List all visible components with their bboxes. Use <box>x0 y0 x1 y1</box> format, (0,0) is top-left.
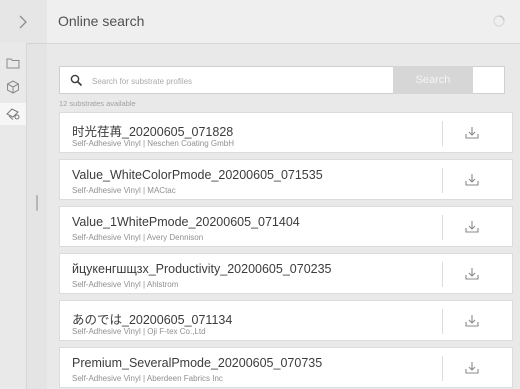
list-item[interactable]: あのでは_20200605_071134 Self-Adhesive Vinyl… <box>59 300 513 341</box>
loading-indicator-icon <box>493 14 505 27</box>
download-icon[interactable] <box>464 313 480 329</box>
divider <box>442 121 443 146</box>
main-content: Search 12 substrates available 时光荏苒_2020… <box>47 44 520 389</box>
substrate-name: 时光荏苒_20200605_071828 <box>72 125 234 139</box>
substrate-name: йцукенгшщзх_Productivity_20200605_070235 <box>72 262 332 276</box>
list-item[interactable]: Value_1WhitePmode_20200605_071404 Self-A… <box>59 206 513 247</box>
search-button[interactable]: Search <box>393 66 473 94</box>
search-input[interactable] <box>90 70 384 92</box>
list-item[interactable]: 时光荏苒_20200605_071828 Self-Adhesive Vinyl… <box>59 112 513 153</box>
substrate-description: Self-Adhesive Vinyl | MACtac <box>72 186 176 195</box>
list-item[interactable]: Value_WhiteColorPmode_20200605_071535 Se… <box>59 159 513 200</box>
substrate-name: Value_1WhitePmode_20200605_071404 <box>72 215 300 229</box>
substrate-name: Value_WhiteColorPmode_20200605_071535 <box>72 168 323 182</box>
download-icon[interactable] <box>464 266 480 282</box>
left-rail <box>0 0 48 389</box>
substrate-description: Self-Adhesive Vinyl | Aberdeen Fabrics I… <box>72 374 223 383</box>
divider <box>442 356 443 381</box>
chevron-right-icon[interactable] <box>13 12 33 32</box>
search-icon <box>70 74 83 87</box>
substrate-description: Self-Adhesive Vinyl | Oji F-tex Co.,Ltd <box>72 327 206 336</box>
substrate-description: Self-Adhesive Vinyl | Neschen Coating Gm… <box>72 139 235 148</box>
substrate-list: 时光荏苒_20200605_071828 Self-Adhesive Vinyl… <box>59 112 513 389</box>
download-icon[interactable] <box>464 219 480 235</box>
divider <box>442 262 443 287</box>
rail-header <box>0 0 47 44</box>
rail-icon-bar <box>0 43 27 389</box>
divider <box>442 168 443 193</box>
substrate-count: 12 substrates available <box>59 99 136 108</box>
substrate-description: Self-Adhesive Vinyl | Ahlstrom <box>72 280 179 289</box>
substrate-name: Premium_SeveralPmode_20200605_070735 <box>72 356 323 370</box>
substrate-name: あのでは_20200605_071134 <box>72 313 233 327</box>
download-icon[interactable] <box>464 172 480 188</box>
page-header: Online search <box>47 0 520 44</box>
list-item[interactable]: Premium_SeveralPmode_20200605_070735 Sel… <box>59 347 513 388</box>
rail-resize-handle[interactable] <box>36 195 38 211</box>
divider <box>442 215 443 240</box>
substrate-search-icon[interactable] <box>0 103 26 125</box>
folder-icon[interactable] <box>3 53 23 73</box>
download-icon[interactable] <box>464 125 480 141</box>
list-item[interactable]: йцукенгшщзх_Productivity_20200605_070235… <box>59 253 513 294</box>
page-title: Online search <box>58 13 145 29</box>
download-icon[interactable] <box>464 360 480 376</box>
cube-icon[interactable] <box>3 77 23 97</box>
substrate-description: Self-Adhesive Vinyl | Avery Dennison <box>72 233 204 242</box>
divider <box>442 309 443 334</box>
